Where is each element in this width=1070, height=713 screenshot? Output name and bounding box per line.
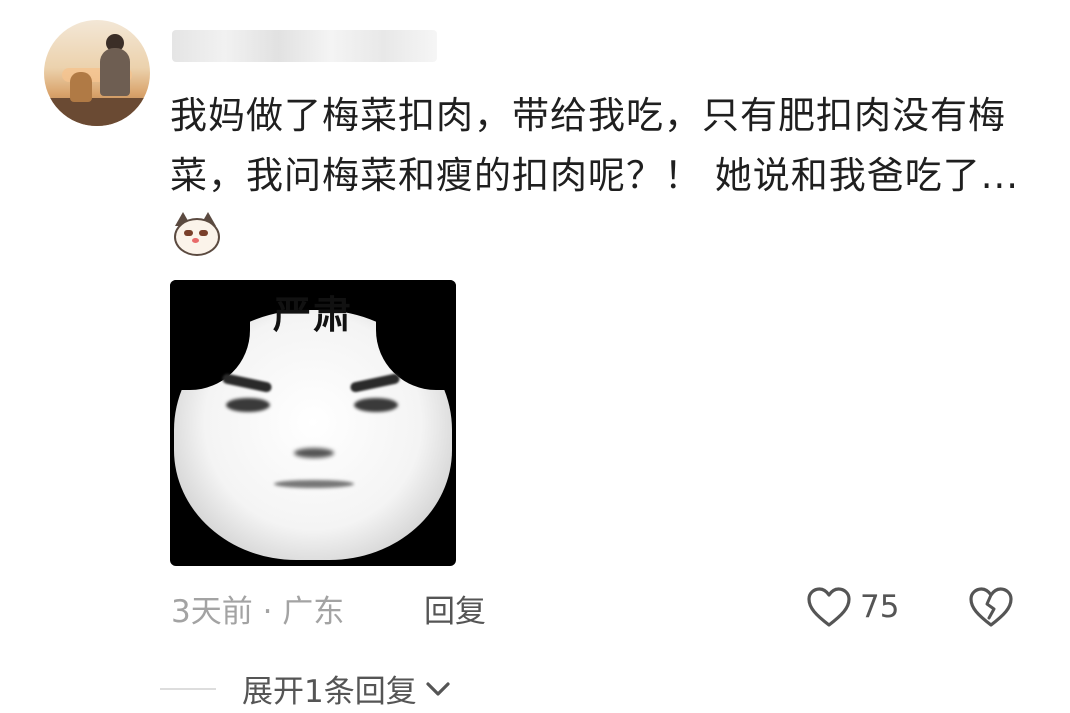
meme-eye-left	[226, 398, 270, 412]
like-count: 75	[860, 589, 900, 625]
reply-button[interactable]: 回复	[424, 586, 486, 631]
avatar-person	[100, 48, 130, 96]
comment-body: 我妈做了梅菜扣肉，带给我吃，只有肥扣肉没有梅菜，我问梅菜和瘦的扣肉呢？！ 她说和…	[170, 86, 1030, 266]
like-button[interactable]: 75	[806, 584, 899, 630]
meme-eye-right	[354, 398, 398, 412]
chevron-down-icon[interactable]	[423, 678, 453, 700]
cat-smirk-icon	[170, 212, 220, 256]
meme-image[interactable]: 严肃	[170, 280, 456, 566]
comment-meta: 3天前 · 广东	[171, 594, 345, 630]
blurred-username[interactable]	[172, 30, 437, 62]
expand-replies[interactable]: 展开1条回复	[160, 666, 453, 711]
expand-replies-label[interactable]: 展开1条回复	[242, 666, 417, 711]
broken-heart-icon[interactable]	[968, 586, 1014, 628]
comment-text: 我妈做了梅菜扣肉，带给我吃，只有肥扣肉没有梅菜，我问梅菜和瘦的扣肉呢？！ 她说和…	[170, 94, 1020, 197]
heart-icon	[807, 587, 851, 627]
meme-mouth	[274, 480, 354, 488]
avatar-dog	[70, 72, 92, 102]
avatar-ground	[44, 98, 150, 126]
user-avatar[interactable]	[44, 20, 150, 126]
meme-nose	[294, 448, 334, 458]
meme-caption: 严肃	[272, 293, 353, 337]
expand-divider	[160, 687, 216, 690]
